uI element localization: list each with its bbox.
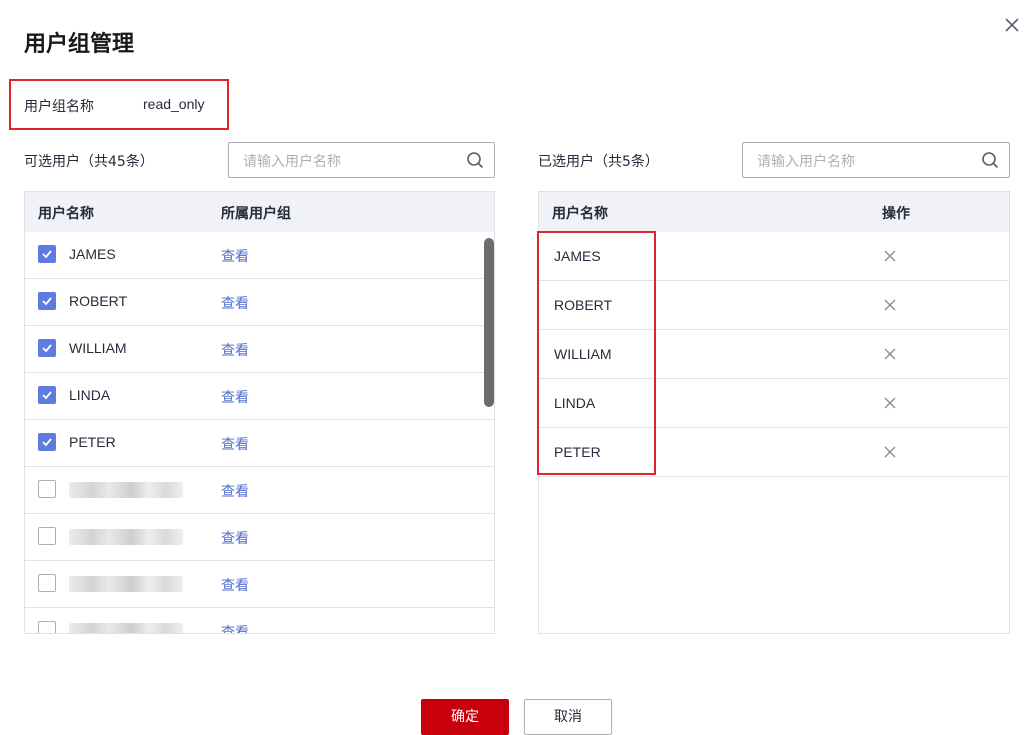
search-icon[interactable]	[466, 151, 484, 169]
table-row[interactable]: ROBERT 查看	[25, 279, 494, 326]
blurred-user-name	[69, 482, 183, 498]
table-row[interactable]: JAMES 查看	[25, 232, 494, 279]
column-header-actions: 操作	[882, 206, 910, 222]
selected-search-placeholder: 请输入用户名称	[757, 154, 855, 170]
view-group-link[interactable]: 查看	[221, 246, 249, 266]
user-name: JAMES	[69, 246, 116, 262]
user-name: ROBERT	[69, 293, 128, 309]
table-row[interactable]: 查看	[25, 561, 494, 608]
table-row[interactable]: 查看	[25, 467, 494, 514]
user-name: PETER	[69, 434, 116, 450]
group-name-value: read_only	[143, 96, 205, 112]
table-row[interactable]: 查看	[25, 608, 494, 633]
view-group-link[interactable]: 查看	[221, 434, 249, 454]
remove-icon[interactable]	[883, 249, 897, 263]
checkbox-unchecked[interactable]	[38, 527, 56, 545]
table-row[interactable]: 查看	[25, 514, 494, 561]
checkbox-checked[interactable]	[38, 386, 56, 404]
confirm-button[interactable]: 确定	[421, 699, 509, 735]
view-group-link[interactable]: 查看	[221, 481, 249, 501]
column-header-username: 用户名称	[552, 206, 608, 222]
cancel-button[interactable]: 取消	[524, 699, 612, 735]
user-name: WILLIAM	[69, 340, 127, 356]
checkbox-checked[interactable]	[38, 433, 56, 451]
blurred-user-name	[69, 576, 183, 592]
selected-users-count: 已选用户（共5条）	[538, 154, 659, 170]
blurred-user-name	[69, 529, 183, 545]
search-icon[interactable]	[981, 151, 999, 169]
vertical-scrollbar[interactable]	[484, 238, 494, 407]
remove-icon[interactable]	[883, 298, 897, 312]
checkbox-unchecked[interactable]	[38, 574, 56, 592]
column-header-username: 用户名称	[38, 206, 94, 222]
view-group-link[interactable]: 查看	[221, 575, 249, 595]
remove-icon[interactable]	[883, 396, 897, 410]
checkbox-checked[interactable]	[38, 245, 56, 263]
close-icon[interactable]	[1001, 14, 1023, 36]
view-group-link[interactable]: 查看	[221, 528, 249, 548]
table-row[interactable]: WILLIAM 查看	[25, 326, 494, 373]
checkbox-unchecked[interactable]	[38, 621, 56, 633]
available-users-table: 用户名称 所属用户组 JAMES 查看 ROBERT 查看 WILLIAM 查看…	[24, 191, 495, 634]
user-name: LINDA	[69, 387, 111, 403]
table-header: 用户名称 操作	[539, 192, 1009, 232]
checkbox-checked[interactable]	[38, 292, 56, 310]
checkbox-checked[interactable]	[38, 339, 56, 357]
view-group-link[interactable]: 查看	[221, 340, 249, 360]
table-header: 用户名称 所属用户组	[25, 192, 494, 232]
table-row[interactable]: LINDA 查看	[25, 373, 494, 420]
selected-search-input[interactable]: 请输入用户名称	[742, 142, 1010, 178]
dialog-title: 用户组管理	[24, 32, 135, 57]
available-search-input[interactable]: 请输入用户名称	[228, 142, 495, 178]
remove-icon[interactable]	[883, 347, 897, 361]
remove-icon[interactable]	[883, 445, 897, 459]
view-group-link[interactable]: 查看	[221, 387, 249, 407]
available-users-count: 可选用户（共45条）	[24, 154, 154, 170]
view-group-link[interactable]: 查看	[221, 622, 249, 633]
blurred-user-name	[69, 623, 183, 633]
column-header-user-group: 所属用户组	[221, 206, 291, 222]
checkbox-unchecked[interactable]	[38, 480, 56, 498]
table-row[interactable]: PETER 查看	[25, 420, 494, 467]
available-search-placeholder: 请输入用户名称	[243, 154, 341, 170]
view-group-link[interactable]: 查看	[221, 293, 249, 313]
selected-names-highlight	[537, 231, 656, 475]
group-name-label: 用户组名称	[24, 99, 94, 115]
